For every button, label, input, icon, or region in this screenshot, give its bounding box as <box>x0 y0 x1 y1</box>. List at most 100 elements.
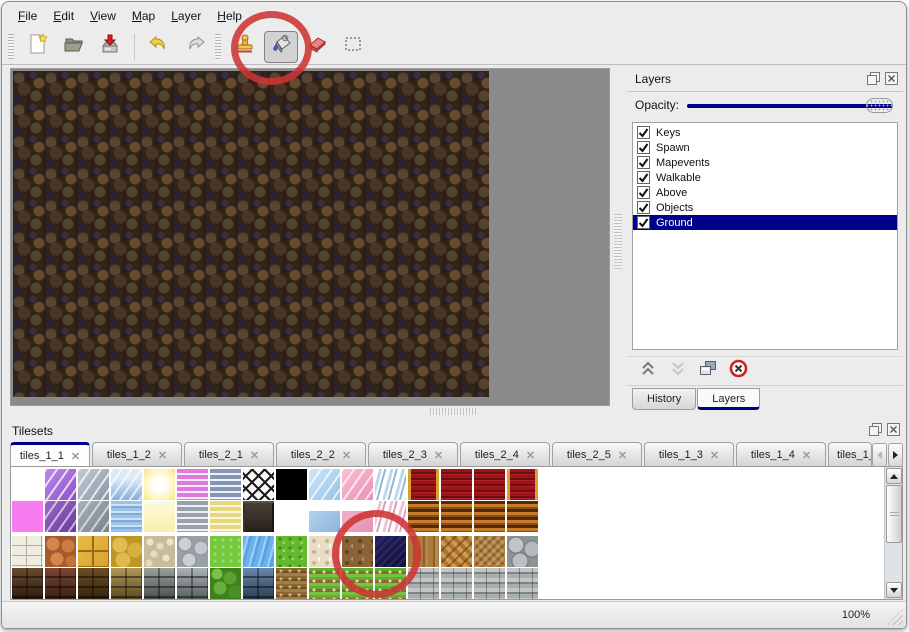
tile-glass-ltblue[interactable] <box>309 469 340 500</box>
tile-carpet-red-gold[interactable] <box>408 469 439 500</box>
tile-glow-yellow[interactable] <box>144 469 175 500</box>
tile-water-blue[interactable] <box>243 536 274 567</box>
tile-cobble-orange[interactable] <box>45 536 76 567</box>
tile-grass-rows[interactable] <box>309 568 340 599</box>
tile-herringbone[interactable] <box>474 536 505 567</box>
tile-plaque[interactable] <box>243 501 274 532</box>
close-tab-icon[interactable]: ✕ <box>158 449 167 462</box>
tileset-tab-tiles_1_4[interactable]: tiles_1_4✕ <box>736 442 826 467</box>
float-tilesets-icon[interactable] <box>869 423 882 441</box>
tileset-tab-tiles_2_4[interactable]: tiles_2_4✕ <box>460 442 550 467</box>
undo-button[interactable] <box>142 31 176 63</box>
tileset-tab-tiles_2_1[interactable]: tiles_2_1✕ <box>184 442 274 467</box>
tile-brick-rows[interactable] <box>441 568 472 599</box>
tileset-tab-tiles_2_5[interactable]: tiles_2_5✕ <box>552 442 642 467</box>
tile-shards-pink[interactable] <box>375 501 406 532</box>
close-tab-icon[interactable]: ✕ <box>710 449 719 462</box>
menu-item-map[interactable]: Map <box>124 5 163 27</box>
menu-item-view[interactable]: View <box>82 5 124 27</box>
tile-stripes-gray[interactable] <box>177 501 208 532</box>
tile-wall-darkbrown[interactable] <box>12 568 43 599</box>
tile-glass-pink2[interactable] <box>342 501 373 532</box>
tileset-tab-tiles_1_[interactable]: tiles_1_ <box>828 442 872 467</box>
tile-glass-purple[interactable] <box>45 469 76 500</box>
tile-carpet-red[interactable] <box>474 469 505 500</box>
tile-pebbles-beige[interactable] <box>144 536 175 567</box>
tile-grass-tex[interactable] <box>276 536 307 567</box>
tile-lattice[interactable] <box>243 469 274 500</box>
menu-item-help[interactable]: Help <box>209 5 250 27</box>
layer-row-walkable[interactable]: Walkable <box>633 170 897 185</box>
tile-navy[interactable] <box>375 536 406 567</box>
tile-dirt-rows[interactable] <box>276 568 307 599</box>
tile-grass-rows[interactable] <box>375 568 406 599</box>
duplicate-layer-button[interactable] <box>699 360 717 382</box>
tile-empty[interactable] <box>276 501 307 532</box>
tile-grass-flat[interactable] <box>210 536 241 567</box>
tileset-tab-tiles_1_3[interactable]: tiles_1_3✕ <box>644 442 734 467</box>
tile-carpet-orange[interactable] <box>441 501 472 532</box>
tile-stripes-blue[interactable] <box>210 469 241 500</box>
scrollbar-thumb[interactable] <box>886 485 902 543</box>
tile-stone-white[interactable] <box>12 536 43 567</box>
tile-grass-rows[interactable] <box>342 568 373 599</box>
horizontal-splitter-handle[interactable] <box>430 408 476 415</box>
close-tab-icon[interactable]: ✕ <box>71 450 80 463</box>
tile-glass-pink[interactable] <box>342 469 373 500</box>
tile-glass-blue[interactable] <box>111 469 142 500</box>
tileset-tab-tiles_1_2[interactable]: tiles_1_2✕ <box>92 442 182 467</box>
close-tab-icon[interactable]: ✕ <box>434 449 443 462</box>
tile-hedge[interactable] <box>210 568 241 599</box>
tile-carpet-red-gold[interactable] <box>507 469 538 500</box>
layer-row-mapevents[interactable]: Mapevents <box>633 155 897 170</box>
map-canvas[interactable] <box>13 71 489 397</box>
tile-pink[interactable] <box>12 501 43 532</box>
tile-stones-gray[interactable] <box>177 536 208 567</box>
close-panel-icon[interactable] <box>885 72 898 90</box>
tile-carpet-orange[interactable] <box>474 501 505 532</box>
close-tab-icon[interactable]: ✕ <box>618 449 627 462</box>
tile-brick-rows[interactable] <box>474 568 505 599</box>
layer-row-objects[interactable]: Objects <box>633 200 897 215</box>
tile-glass-gray2[interactable] <box>78 501 109 532</box>
layer-row-above[interactable]: Above <box>633 185 897 200</box>
redo-button[interactable] <box>178 31 212 63</box>
tile-planks-v[interactable] <box>408 536 439 567</box>
close-tab-icon[interactable]: ✕ <box>250 449 259 462</box>
panel-tab-history[interactable]: History <box>632 388 696 410</box>
layer-visibility-checkbox[interactable] <box>637 171 650 184</box>
tileset-tab-tiles_2_3[interactable]: tiles_2_3✕ <box>368 442 458 467</box>
layer-visibility-checkbox[interactable] <box>637 126 650 139</box>
tile-water-ripple[interactable] <box>111 501 142 532</box>
scroll-up-button[interactable] <box>886 468 902 484</box>
tile-empty[interactable] <box>12 469 43 500</box>
tile-glass-ltblue2[interactable] <box>309 501 340 532</box>
layer-row-spawn[interactable]: Spawn <box>633 140 897 155</box>
layer-visibility-checkbox[interactable] <box>637 141 650 154</box>
open-file-button[interactable] <box>57 31 91 63</box>
layer-visibility-checkbox[interactable] <box>637 216 650 229</box>
tile-wall-graybrick[interactable] <box>177 568 208 599</box>
tile-speckle-cream[interactable] <box>309 536 340 567</box>
tile-glass-purple2[interactable] <box>45 501 76 532</box>
tile-tiles-gold[interactable] <box>78 536 109 567</box>
tile-wall-brown[interactable] <box>78 568 109 599</box>
tile-stone-yellow[interactable] <box>111 536 142 567</box>
close-tilesets-icon[interactable] <box>887 423 900 441</box>
close-tab-icon[interactable]: ✕ <box>526 449 535 462</box>
panel-tab-layers[interactable]: Layers <box>697 388 760 410</box>
tile-wall-tan[interactable] <box>111 568 142 599</box>
tile-wall-graypebble[interactable] <box>144 568 175 599</box>
menu-item-edit[interactable]: Edit <box>45 5 82 27</box>
scroll-down-button[interactable] <box>886 582 902 598</box>
toolbar-drag-handle[interactable] <box>8 34 14 60</box>
rect-select-tool-button[interactable] <box>336 31 370 63</box>
move-layer-up-button[interactable] <box>639 360 657 382</box>
save-file-button[interactable] <box>93 31 127 63</box>
tile-speckle-brown[interactable] <box>342 536 373 567</box>
close-tab-icon[interactable]: ✕ <box>802 449 811 462</box>
toolbar-drag-handle-2[interactable] <box>215 34 221 60</box>
tile-brick-rows[interactable] <box>408 568 439 599</box>
resize-grip[interactable] <box>887 609 903 625</box>
layer-row-ground[interactable]: Ground <box>633 215 897 230</box>
